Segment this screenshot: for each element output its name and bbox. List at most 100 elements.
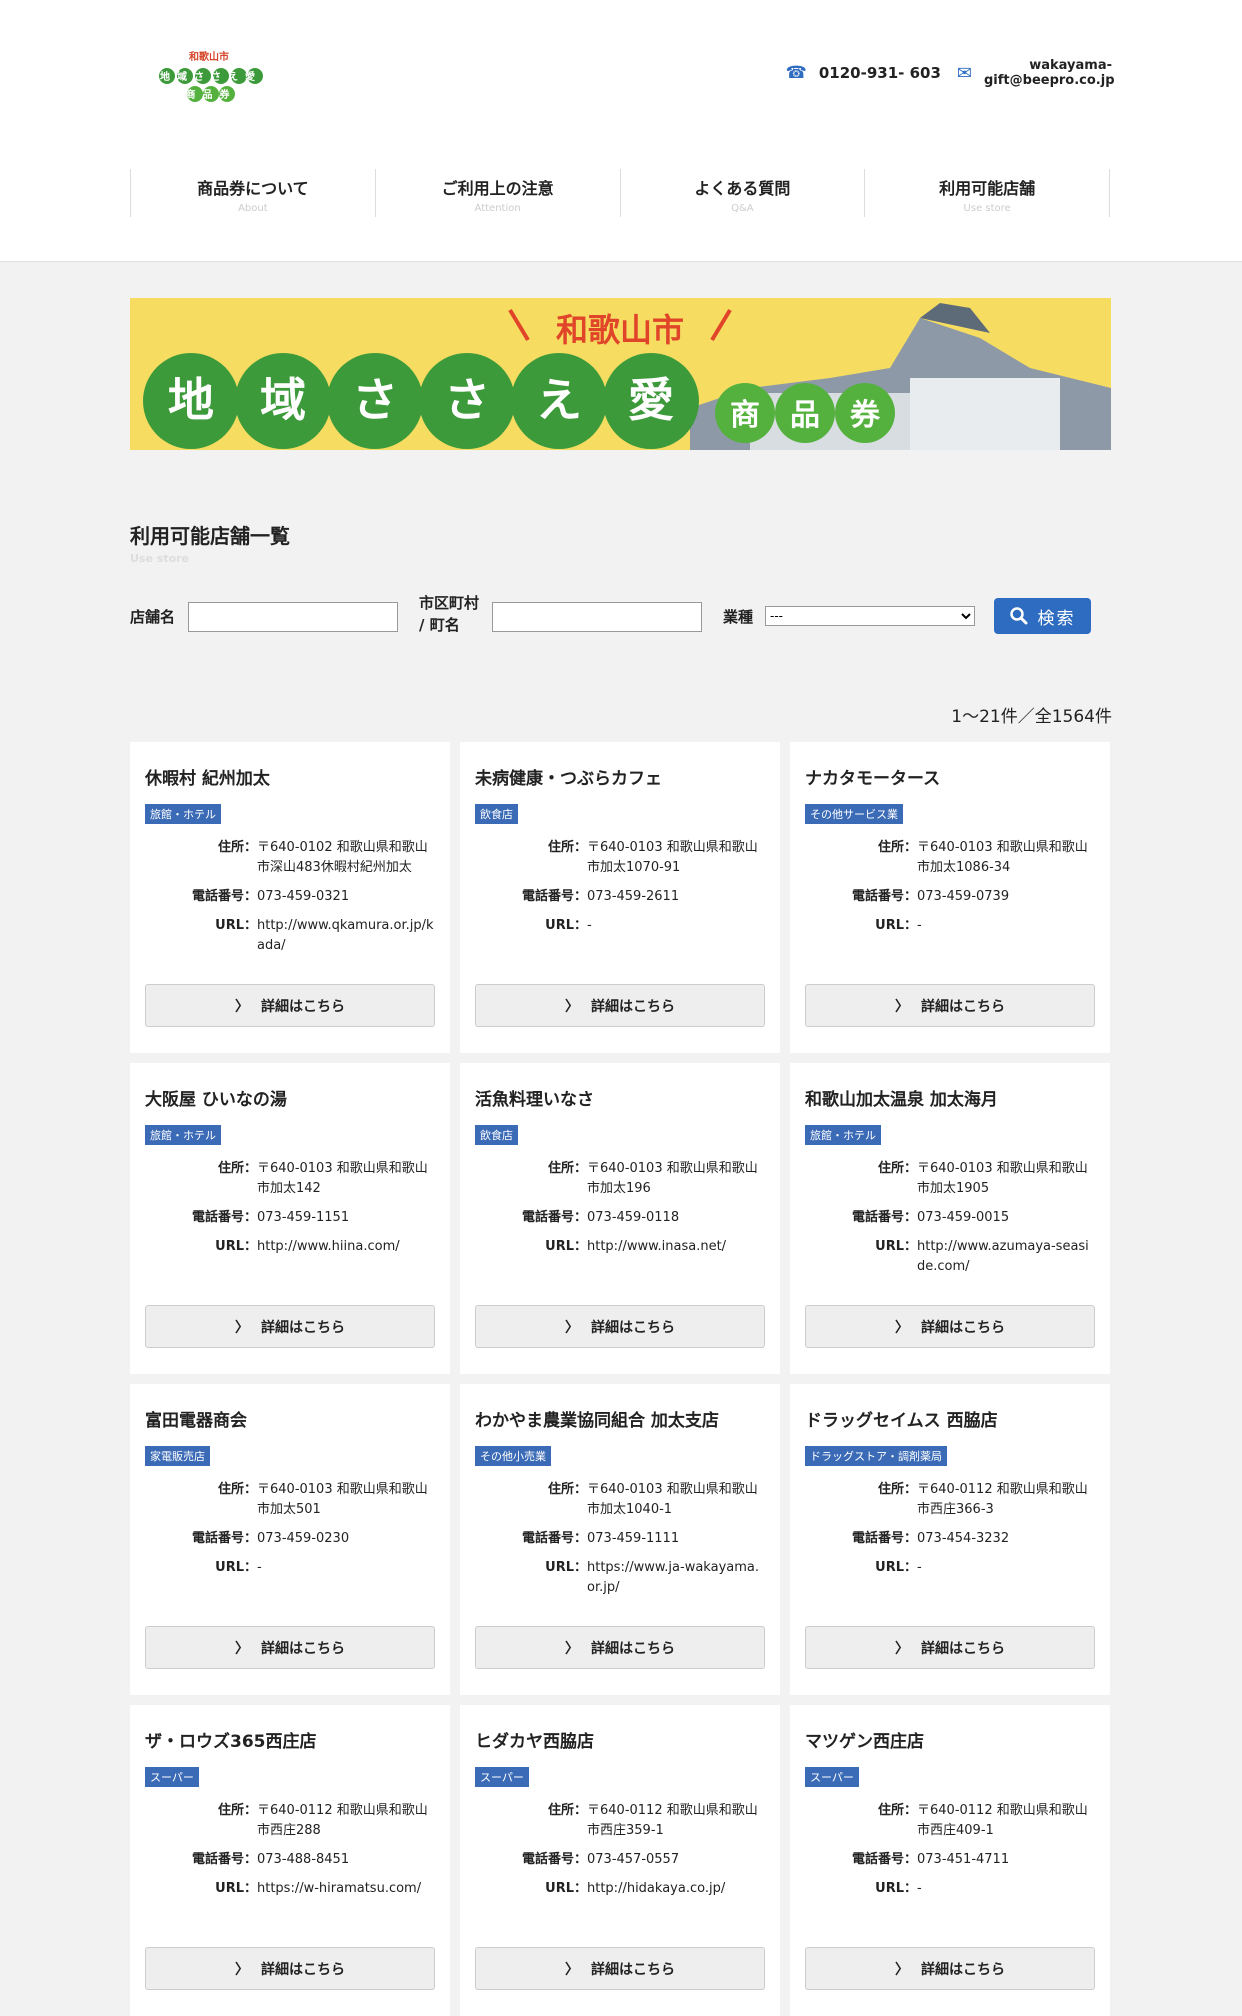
address-value: 〒640-0103 和歌山県和歌山市加太1070-91 (587, 840, 758, 875)
site-logo[interactable]: 和歌山市 地域ささえ愛 商品券 (155, 48, 263, 104)
url-row: URL： - (475, 916, 765, 936)
address-row: 住所： 〒640-0103 和歌山県和歌山市加太1905 (805, 1159, 1095, 1199)
phone-value: 073-459-0015 (917, 1210, 1010, 1225)
phone-label: 電話番号： (191, 889, 257, 904)
category-badge: 旅館・ホテル (145, 804, 221, 824)
phone-row: 電話番号： 073-459-1151 (145, 1208, 435, 1228)
phone-row: 電話番号： 073-457-0557 (475, 1850, 765, 1870)
url-value[interactable]: - (587, 916, 765, 936)
detail-button[interactable]: 〉 詳細はこちら (145, 984, 435, 1027)
url-label: URL： (875, 1239, 917, 1254)
nav-item-sublabel: Use store (963, 203, 1011, 214)
address-label: 住所： (217, 840, 257, 855)
phone-row: 電話番号： 073-459-1111 (475, 1529, 765, 1549)
nav-item-label: 利用可能店舗 (939, 179, 1036, 198)
detail-button[interactable]: 〉 詳細はこちら (805, 1947, 1095, 1990)
business-type-select[interactable]: --- (765, 606, 975, 626)
nav-item-sublabel: About (238, 203, 268, 214)
phone-label: 電話番号： (851, 1852, 917, 1867)
category-badge: スーパー (805, 1767, 859, 1787)
nav-item-about[interactable]: 商品券について About (130, 169, 375, 217)
shop-card: 富田電器商会 家電販売店 住所： 〒640-0103 和歌山県和歌山市加太501 … (130, 1384, 450, 1695)
url-value[interactable]: http://www.inasa.net/ (587, 1237, 765, 1257)
shop-name: 未病健康・つぶらカフェ (475, 769, 662, 789)
url-label: URL： (875, 918, 917, 933)
phone-row: 電話番号： 073-459-2611 (475, 887, 765, 907)
header-email[interactable]: wakayama-gift@beepro.co.jp (984, 58, 1115, 88)
address-label: 住所： (877, 1803, 917, 1818)
city-label-line1: 市区町村 (419, 594, 480, 612)
nav-item-qa[interactable]: よくある質問 Q&A (619, 169, 865, 217)
shop-name: 和歌山加太温泉 加太海月 (805, 1090, 998, 1110)
shop-name-input[interactable] (188, 602, 398, 632)
detail-button-label: 詳細はこちら (591, 1319, 675, 1336)
url-value[interactable]: - (917, 916, 1095, 936)
address-label: 住所： (217, 1482, 257, 1497)
category-badge: スーパー (145, 1767, 199, 1787)
search-button[interactable]: 検索 (994, 598, 1091, 634)
nav-item-attention[interactable]: ご利用上の注意 Attention (374, 169, 620, 217)
url-value[interactable]: http://www.azumaya-seaside.com/ (917, 1237, 1095, 1277)
url-label: URL： (215, 1881, 257, 1896)
result-count: 1～21件／全1564件 (951, 707, 1112, 727)
url-value[interactable]: https://www.ja-wakayama.or.jp/ (587, 1558, 765, 1598)
address-row: 住所： 〒640-0103 和歌山県和歌山市加太501 (145, 1480, 435, 1520)
address-row: 住所： 〒640-0112 和歌山県和歌山市西庄359-1 (475, 1801, 765, 1841)
detail-button[interactable]: 〉 詳細はこちら (145, 1626, 435, 1669)
address-label: 住所： (217, 1161, 257, 1176)
address-value: 〒640-0103 和歌山県和歌山市加太1905 (917, 1161, 1088, 1196)
url-value[interactable]: https://w-hiramatsu.com/ (257, 1879, 435, 1899)
shop-info: 住所： 〒640-0112 和歌山県和歌山市西庄366-3 電話番号： 073-45… (805, 1480, 1095, 1578)
header-phone[interactable]: 0120-931- 603 (819, 64, 941, 82)
address-label: 住所： (877, 840, 917, 855)
chevron-right-icon: 〉 (895, 1640, 909, 1657)
address-row: 住所： 〒640-0103 和歌山県和歌山市加太196 (475, 1159, 765, 1199)
detail-button[interactable]: 〉 詳細はこちら (475, 984, 765, 1027)
shop-name: 大阪屋 ひいなの湯 (145, 1090, 287, 1110)
site-header: 和歌山市 地域ささえ愛 商品券 ☎ 0120-931- 603 ✉ wakaya… (0, 0, 1242, 262)
search-icon (1009, 607, 1027, 625)
url-value[interactable]: http://hidakaya.co.jp/ (587, 1879, 765, 1899)
detail-button[interactable]: 〉 詳細はこちら (475, 1305, 765, 1348)
shop-card: ヒダカヤ西脇店 スーパー 住所： 〒640-0112 和歌山県和歌山市西庄359-… (460, 1705, 780, 2016)
detail-button[interactable]: 〉 詳細はこちら (805, 1305, 1095, 1348)
url-value[interactable]: - (917, 1879, 1095, 1899)
url-label: URL： (875, 1881, 917, 1896)
detail-button-label: 詳細はこちら (921, 998, 1005, 1015)
detail-button[interactable]: 〉 詳細はこちら (805, 1626, 1095, 1669)
header-contact: ☎ 0120-931- 603 ✉ wakayama-gift@beepro.c… (786, 58, 1115, 88)
address-label: 住所： (547, 840, 587, 855)
url-row: URL： http://www.azumaya-seaside.com/ (805, 1237, 1095, 1277)
detail-button-label: 詳細はこちら (261, 1961, 345, 1978)
shop-info: 住所： 〒640-0103 和歌山県和歌山市加太196 電話番号： 073-459-… (475, 1159, 765, 1257)
phone-row: 電話番号： 073-459-0321 (145, 887, 435, 907)
url-value[interactable]: http://www.qkamura.or.jp/kada/ (257, 916, 435, 956)
address-row: 住所： 〒640-0102 和歌山県和歌山市深山483休暇村紀州加太 (145, 838, 435, 878)
main-nav: 商品券について About ご利用上の注意 Attention よくある質問 Q&A … (130, 169, 1110, 217)
address-value: 〒640-0103 和歌山県和歌山市加太142 (257, 1161, 428, 1196)
shop-info: 住所： 〒640-0103 和歌山県和歌山市加太1040-1 電話番号： 073-4… (475, 1480, 765, 1598)
detail-button[interactable]: 〉 詳細はこちら (145, 1947, 435, 1990)
shop-card: ドラッグセイムス 西脇店 ドラッグストア・調剤薬局 住所： 〒640-0112 和… (790, 1384, 1110, 1695)
nav-item-use-store[interactable]: 利用可能店舗 Use store (864, 169, 1110, 217)
shop-card: ナカタモータース その他サービス業 住所： 〒640-0103 和歌山県和歌山市加… (790, 742, 1110, 1053)
shop-info: 住所： 〒640-0103 和歌山県和歌山市加太1905 電話番号： 073-459… (805, 1159, 1095, 1277)
detail-button[interactable]: 〉 詳細はこちら (475, 1626, 765, 1669)
nav-item-label: 商品券について (197, 179, 309, 198)
shop-name: マツゲン西庄店 (805, 1732, 924, 1752)
phone-label: 電話番号： (521, 889, 587, 904)
detail-button[interactable]: 〉 詳細はこちら (475, 1947, 765, 1990)
phone-value: 073-459-0230 (257, 1531, 350, 1546)
detail-button[interactable]: 〉 詳細はこちら (805, 984, 1095, 1027)
url-label: URL： (545, 918, 587, 933)
search-button-label: 検索 (1037, 608, 1076, 628)
url-row: URL： http://www.hiina.com/ (145, 1237, 435, 1257)
address-value: 〒640-0103 和歌山県和歌山市加太501 (257, 1482, 428, 1517)
url-label: URL： (215, 1239, 257, 1254)
url-value[interactable]: - (917, 1558, 1095, 1578)
shop-info: 住所： 〒640-0103 和歌山県和歌山市加太1086-34 電話番号： 073-… (805, 838, 1095, 936)
detail-button[interactable]: 〉 詳細はこちら (145, 1305, 435, 1348)
url-value[interactable]: http://www.hiina.com/ (257, 1237, 435, 1257)
url-value[interactable]: - (257, 1558, 435, 1578)
city-input[interactable] (492, 602, 702, 632)
